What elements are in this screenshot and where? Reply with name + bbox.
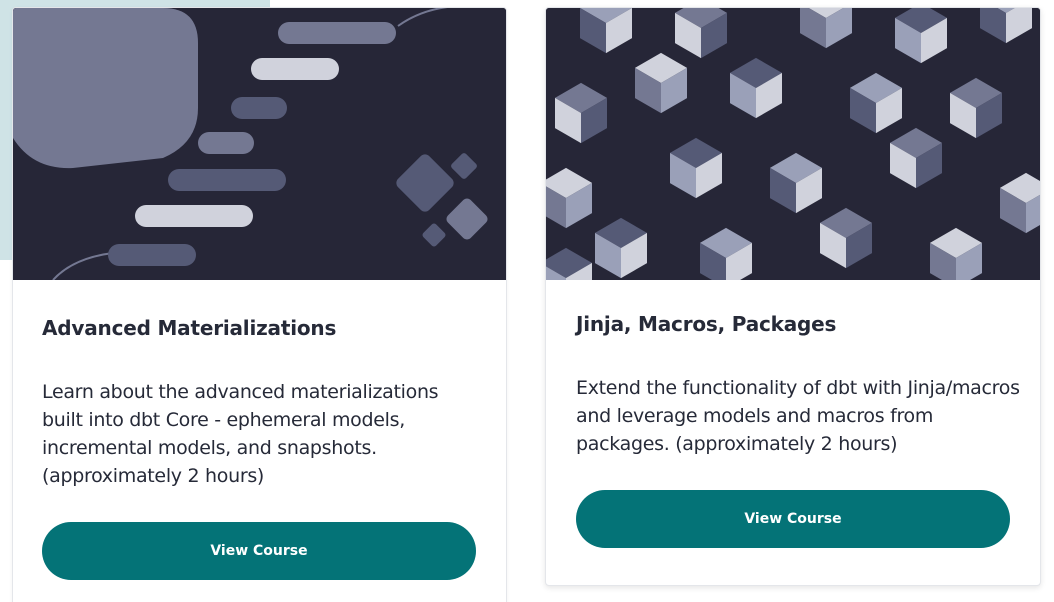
course-title: Advanced Materializations [42,316,337,340]
course-card-advanced-materializations: Advanced Materializations Learn about th… [12,7,507,602]
course-card-jinja-macros-packages: Jinja, Macros, Packages Extend the funct… [545,7,1041,586]
course-card-image [546,8,1040,280]
course-listing-page: Advanced Materializations Learn about th… [0,0,1054,602]
view-course-button[interactable]: View Course [42,522,476,580]
course-description: Extend the functionality of dbt with Jin… [576,377,1020,455]
cubes-pattern-illustration-icon [546,8,1040,280]
course-card-image [13,8,506,280]
view-course-button[interactable]: View Course [576,490,1010,548]
course-description: Learn about the advanced materialization… [42,381,439,487]
stacked-bars-illustration-icon [13,8,506,280]
course-title: Jinja, Macros, Packages [576,312,837,336]
